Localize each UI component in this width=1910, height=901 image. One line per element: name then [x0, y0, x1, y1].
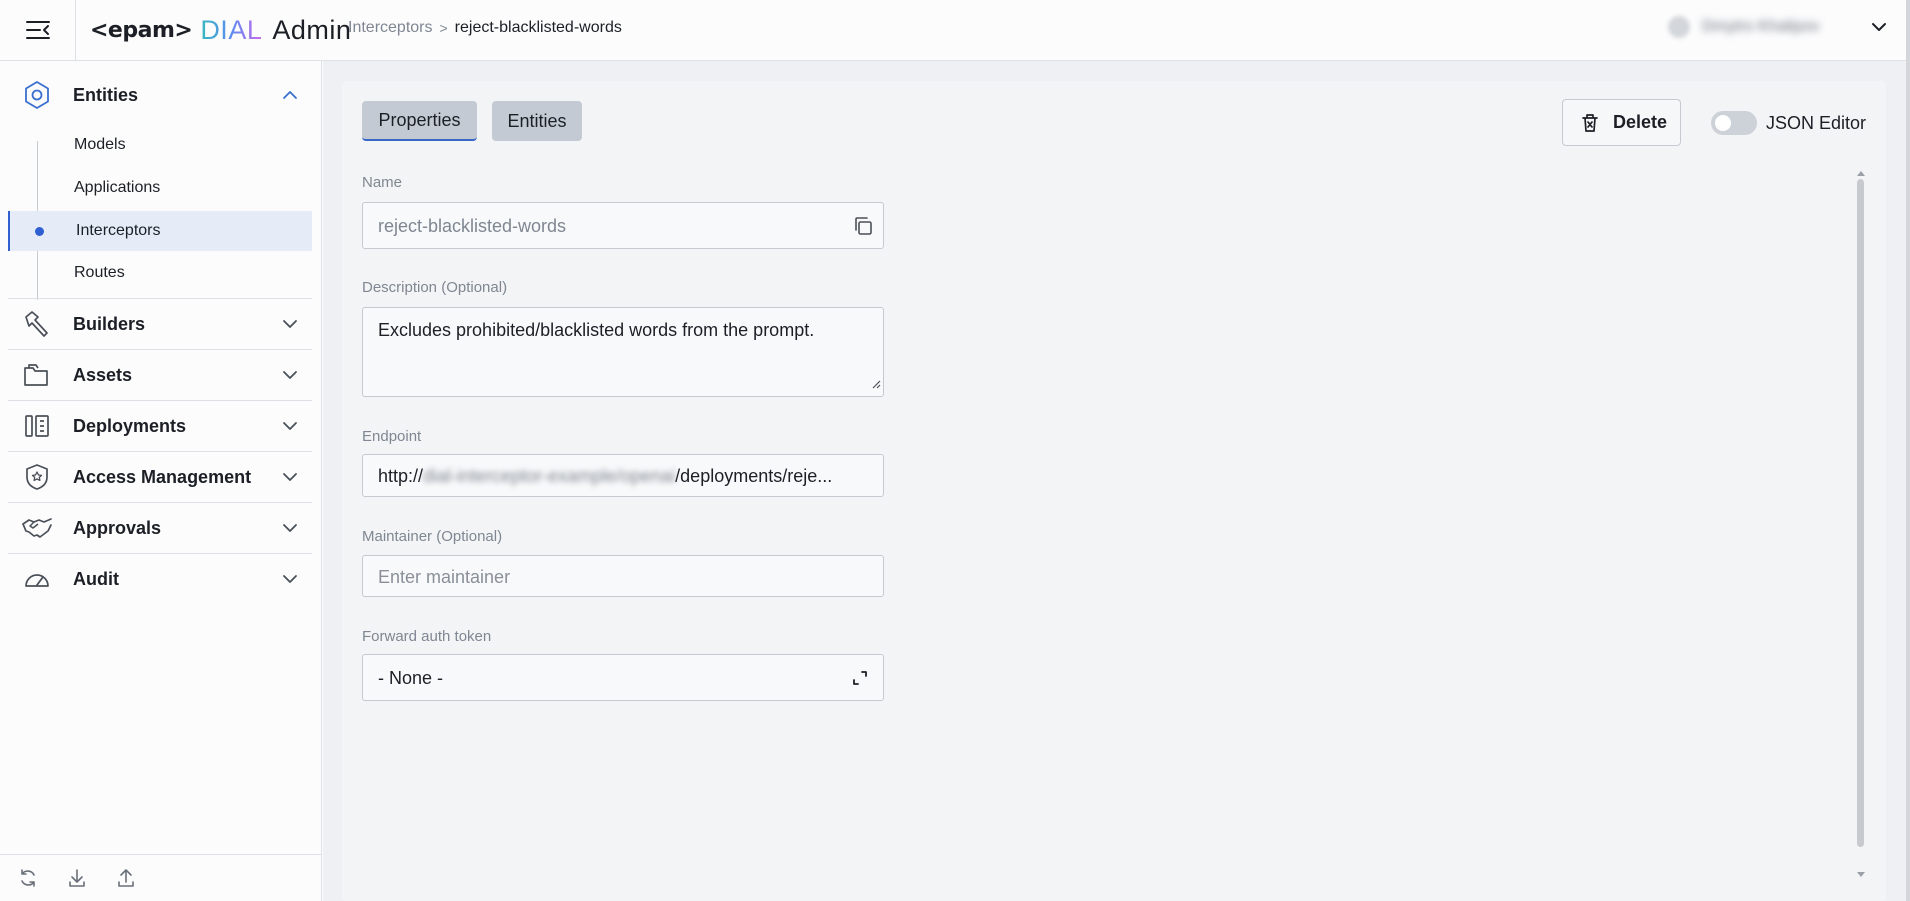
maintainer-label: Maintainer (Optional) [362, 528, 502, 545]
deployments-icon [17, 406, 57, 446]
avatar [1668, 16, 1690, 38]
hexagon-icon [17, 75, 57, 115]
optional-tag: (Optional) [436, 528, 503, 545]
optional-tag: (Optional) [441, 279, 508, 296]
sidebar-group-access-management[interactable]: Access Management [8, 452, 312, 502]
description-textarea[interactable]: Excludes prohibited/blacklisted words fr… [362, 307, 884, 397]
forward-auth-token-label: Forward auth token [362, 628, 492, 645]
sidebar-group-label: Entities [73, 84, 139, 105]
hammer-icon [17, 304, 57, 344]
logo-epam: <epam> [90, 17, 193, 43]
description-value: Excludes prohibited/blacklisted words fr… [378, 320, 815, 340]
page-scrollbar[interactable] [1906, 0, 1910, 901]
endpoint-label: Endpoint [362, 428, 422, 445]
shield-star-icon [17, 457, 57, 497]
sidebar-item-routes[interactable]: Routes [8, 253, 312, 293]
upload-icon[interactable] [115, 867, 137, 889]
sidebar-item-label: Interceptors [76, 222, 161, 239]
sidebar-group-label: Approvals [73, 517, 162, 538]
resize-handle-icon[interactable] [871, 373, 881, 394]
user-menu-chevron[interactable] [1870, 18, 1888, 41]
app-logo[interactable]: <epam> DIAL Admin [90, 12, 351, 48]
breadcrumb-separator: > [439, 20, 448, 36]
description-label: Description (Optional) [362, 279, 507, 296]
breadcrumb-parent[interactable]: Interceptors [348, 19, 432, 37]
download-icon[interactable] [66, 867, 88, 889]
sidebar-group-assets[interactable]: Assets [8, 350, 312, 400]
chevron-down-icon [282, 469, 298, 490]
chevron-down-icon [282, 316, 298, 337]
menu-collapse-icon [25, 21, 50, 39]
tab-properties[interactable]: Properties [362, 101, 477, 141]
breadcrumb-current: reject-blacklisted-words [454, 19, 622, 36]
toggle-knob [1715, 115, 1731, 131]
sidebar-footer [0, 854, 322, 901]
sidebar-group-entities[interactable]: Entities [8, 70, 312, 120]
sidebar-item-applications[interactable]: Applications [8, 168, 312, 208]
description-label-text: Description [362, 279, 438, 296]
content-scrollbar[interactable] [1857, 179, 1864, 847]
name-label: Name [362, 174, 403, 191]
maintainer-label-text: Maintainer [362, 528, 433, 545]
logo-admin: Admin [272, 14, 352, 45]
json-editor-toggle[interactable] [1711, 111, 1757, 135]
menu-collapse-button[interactable] [0, 0, 76, 60]
sidebar-group-label: Audit [73, 568, 119, 589]
chevron-down-icon [282, 367, 298, 388]
logo-dial: DIAL [200, 14, 263, 45]
name-field: reject-blacklisted-words [362, 202, 884, 249]
sidebar-item-models[interactable]: Models [8, 125, 312, 165]
sidebar-item-label: Applications [74, 179, 161, 196]
delete-button[interactable]: Delete [1562, 99, 1681, 146]
handshake-icon [17, 508, 57, 548]
tab-entities[interactable]: Entities [492, 101, 582, 141]
delete-label: Delete [1613, 112, 1668, 132]
endpoint-suffix: /deployments/reje... [675, 466, 833, 486]
sidebar-group-label: Builders [73, 313, 146, 334]
endpoint-prefix: http:// [378, 466, 424, 486]
scroll-down-arrow-icon[interactable] [1856, 866, 1866, 884]
breadcrumb: Interceptors > reject-blacklisted-words [348, 19, 622, 37]
endpoint-redacted-host: dial-interceptor-example/openai [423, 466, 676, 486]
folders-icon [17, 355, 57, 395]
maintainer-input[interactable]: Enter maintainer [362, 555, 884, 597]
sidebar-group-label: Assets [73, 364, 133, 385]
chevron-up-icon [282, 87, 298, 108]
sidebar-group-approvals[interactable]: Approvals [8, 503, 312, 553]
sidebar-group-label: Access Management [73, 466, 252, 487]
forward-auth-token-value: - None - [378, 668, 444, 688]
chevron-down-icon [1872, 23, 1886, 31]
refresh-icon[interactable] [17, 867, 39, 889]
chevron-down-icon [282, 418, 298, 439]
trash-icon [1581, 113, 1599, 133]
chevron-down-icon [282, 571, 298, 592]
forward-auth-token-select[interactable]: - None - [362, 654, 884, 701]
sidebar: Entities Models Applications Interceptor… [0, 61, 322, 901]
gauge-icon [17, 559, 57, 599]
sidebar-group-builders[interactable]: Builders [8, 299, 312, 349]
user-name: Dmytro Khalipov [1702, 18, 1820, 35]
sidebar-item-label: Models [74, 136, 126, 153]
copy-icon[interactable] [852, 215, 874, 242]
sidebar-group-audit[interactable]: Audit [8, 554, 312, 604]
user-menu[interactable]: Dmytro Khalipov [1668, 16, 1819, 38]
sidebar-group-deployments[interactable]: Deployments [8, 401, 312, 451]
endpoint-input[interactable]: http://dial-interceptor-example/openai/d… [362, 454, 884, 497]
sidebar-item-interceptors[interactable]: Interceptors [8, 211, 312, 251]
json-editor-label: JSON Editor [1766, 113, 1867, 133]
maintainer-placeholder: Enter maintainer [378, 567, 511, 587]
top-header: <epam> DIAL Admin Interceptors > reject-… [0, 0, 1910, 61]
active-dot [35, 227, 44, 236]
endpoint-value: http://dial-interceptor-example/openai/d… [378, 466, 832, 487]
chevron-down-icon [282, 520, 298, 541]
sidebar-item-label: Routes [74, 264, 125, 281]
name-value: reject-blacklisted-words [378, 216, 567, 236]
expand-icon [851, 669, 869, 692]
sidebar-group-label: Deployments [73, 415, 187, 436]
